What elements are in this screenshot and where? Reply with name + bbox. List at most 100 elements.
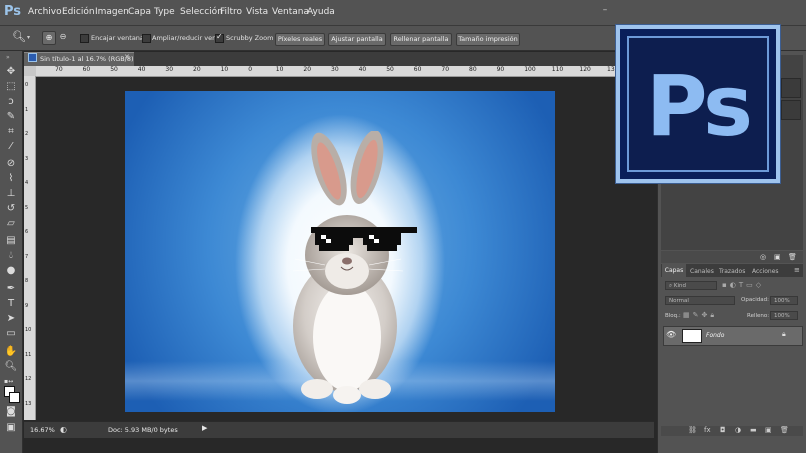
marquee-tool-icon[interactable]: ⬚ [4,81,18,93]
ruler-origin[interactable] [24,66,36,76]
path-selection-tool-icon[interactable]: ➤ [4,313,18,325]
ruler-left[interactable] [24,76,36,420]
brush-tool-icon[interactable]: ⌇ [4,173,18,185]
status-menu-arrow-icon[interactable]: ▶ [202,424,207,432]
menu-filtro[interactable]: Filtro [220,7,242,17]
ruler-left-label: 0 [25,82,29,88]
default-colors-icon[interactable]: ▪↔ [4,378,18,386]
zoom-tool-sidebar-icon[interactable]: 🔍︎ [4,361,18,373]
panel-swatch-1[interactable] [781,78,801,98]
eyedropper-tool-icon[interactable]: ⁄ [4,141,18,153]
layer-kind-filter[interactable]: ⌕ Kind [665,281,717,290]
adjustment-layer-icon[interactable]: ◑ [735,426,741,434]
dodge-tool-icon[interactable]: ● [4,265,18,277]
ruler-top-label: 20 [303,66,312,73]
ruler-top-label: 80 [469,66,477,73]
type-tool-icon[interactable]: T [4,298,18,310]
history-brush-tool-icon[interactable]: ↺ [4,203,18,215]
pen-tool-icon[interactable]: ✒ [4,283,18,295]
ruler-top-label: 40 [358,66,367,73]
share-icon[interactable]: ◐ [60,425,67,434]
ruler-left-label: 10 [25,327,32,333]
panel-menu-icon[interactable]: ≡ [794,266,800,274]
ruler-left-label: 7 [25,253,29,260]
scrubby-zoom-checkbox[interactable] [215,32,224,43]
tab-canales[interactable]: Canales [690,268,714,275]
tamano-impresion-button[interactable]: Tamaño impresión [456,33,520,46]
delete-layer-icon[interactable]: 🗑︎ [780,426,789,434]
shape-tool-icon[interactable]: ▭ [4,328,18,340]
tab-acciones[interactable]: Acciones [752,268,779,275]
background-color-swatch[interactable] [9,392,20,403]
healing-brush-tool-icon[interactable]: ⊘ [4,158,18,170]
tools-collapse-icon[interactable]: » [6,54,10,61]
menu-seleccion[interactable]: Selección [180,7,223,17]
menu-type[interactable]: Type [154,7,175,17]
menu-ayuda[interactable]: Ayuda [307,7,335,17]
fill-field[interactable]: 100% [770,311,798,320]
tab-capas[interactable]: Capas [662,264,686,277]
gradient-tool-icon[interactable]: ▤ [4,235,18,247]
crop-tool-icon[interactable]: ⌗ [4,126,18,138]
trash-icon[interactable]: 🗑︎ [788,253,797,261]
document-tab[interactable]: Sin título-1 al 16.7% (RGB/8) [24,52,134,66]
zoom-tool-icon[interactable]: 🔍︎ [12,30,26,43]
quick-mask-icon[interactable]: ◙ [4,406,18,418]
document-tab-title: Sin título-1 al 16.7% (RGB/8) [40,55,134,63]
minimize-icon[interactable]: – [600,5,610,15]
menu-archivo[interactable]: Archivo [28,7,62,17]
zoom-level-readout[interactable]: 16.67% [30,426,55,434]
ruler-top-label: 120 [579,66,591,73]
ampliar-reducir-checkbox[interactable] [142,34,151,43]
new-snapshot-icon[interactable]: ◎ [760,253,766,261]
lasso-tool-icon[interactable]: ↄ [4,96,18,108]
menu-ventana[interactable]: Ventana [272,7,309,17]
eraser-tool-icon[interactable]: ▱ [4,218,18,230]
app-logo[interactable]: Ps [4,4,26,21]
ruler-left-label: 5 [25,204,29,211]
panel-swatch-2[interactable] [781,100,801,120]
fill-label: Relleno: [747,313,770,319]
hand-tool-icon[interactable]: ✋ [4,346,18,358]
blur-tool-icon[interactable]: 💧︎ [4,250,18,262]
quick-selection-tool-icon[interactable]: ✎ [4,111,18,123]
link-layers-icon[interactable]: ⛓︎ [688,426,697,434]
document-canvas[interactable] [125,91,555,412]
pixeles-reales-button[interactable]: Píxeles reales [275,33,325,46]
move-tool-icon[interactable]: ✥ [4,66,18,78]
camera-icon[interactable]: ▣ [774,253,781,261]
close-icon[interactable]: ✕ [124,53,130,61]
upper-panel-toolbar [661,251,803,263]
layer-name[interactable]: Fondo [706,332,724,339]
lock-icons[interactable]: ▦✎✥🔒︎ [683,311,717,320]
new-layer-icon[interactable]: ▣ [765,426,772,434]
ruler-top-label: 10 [220,66,229,73]
zoom-out-icon[interactable]: ⊖ [57,31,69,43]
ruler-top-label: 10 [275,66,284,73]
ruler-top-label: 30 [165,66,174,73]
menu-edicion[interactable]: Edición [62,7,95,17]
tool-preset-chevron-down-icon[interactable]: ▾ [27,34,30,41]
menu-vista[interactable]: Vista [246,7,268,17]
ajustar-pantalla-button[interactable]: Ajustar pantalla [328,33,386,46]
rellenar-pantalla-button[interactable]: Rellenar pantalla [390,33,452,46]
zoom-in-icon[interactable]: ⊕ [42,31,56,45]
visibility-eye-icon[interactable]: 👁︎ [666,330,676,339]
encajar-ventana-checkbox[interactable] [80,34,89,43]
new-group-icon[interactable]: ▬ [750,426,757,434]
menu-capa[interactable]: Capa [128,7,151,17]
blend-mode-select[interactable]: Normal [665,296,735,305]
tab-trazados[interactable]: Trazados [719,268,745,275]
ruler-top-label: 70 [441,66,450,73]
ruler-left-label: 8 [25,278,29,284]
ruler-top-label: 50 [386,66,394,73]
menu-imagen[interactable]: Imagen [95,7,129,17]
clone-stamp-tool-icon[interactable]: ⊥ [4,188,18,200]
ruler-top-label: 0 [248,66,253,73]
opacity-field[interactable]: 100% [770,296,798,305]
add-mask-icon[interactable]: ◘ [720,426,726,434]
fx-icon[interactable]: fx [704,426,711,434]
screen-mode-icon[interactable]: ▣ [4,422,18,434]
layer-filter-icons[interactable]: ▪◐T▭◇ [722,281,764,289]
photoshop-logo-text: Ps [645,57,753,155]
